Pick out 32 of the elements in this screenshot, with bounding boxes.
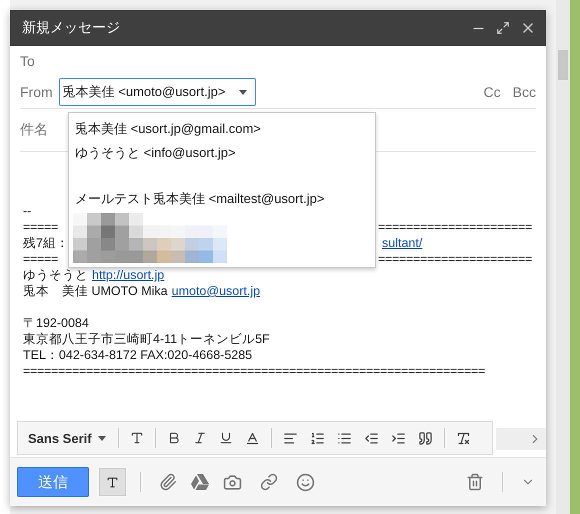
body-text: 残7組： [23,235,70,251]
body-link[interactable]: sultant/ [382,235,422,251]
text-format-icon[interactable] [106,474,119,490]
formatting-toggle[interactable] [99,468,126,496]
body-text: 〒192-0084 [23,315,89,331]
expand-icon[interactable] [496,21,510,35]
body-text: 兎本 美佳 UMOTO Mika [23,283,168,299]
subject-field[interactable]: 件名 [20,121,48,139]
address-option[interactable]: メールテスト兎本美佳 <mailtest@usort.jp> [69,187,375,211]
divider-text: ================================================================== [23,363,485,379]
divider-text: ====================== [378,219,532,235]
recipient-link[interactable]: Cc [484,84,501,100]
address-option[interactable]: 兎本美佳 <usort.jp@gmail.com> [69,117,375,141]
divider-text: ===== [23,219,59,235]
body-text: -- [23,203,32,219]
body-text: 東京都八王子市三崎町4-11トーネンビル5F [23,331,270,347]
scrollbar-thumb[interactable] [558,50,568,80]
body-text: TEL：042-634-8172 FAX:020-4668-5285 [23,347,252,363]
recipient-link[interactable]: Bcc [512,84,536,100]
body-link[interactable]: http://usort.jp [92,267,164,283]
body-link[interactable]: umoto@usort.jp [172,283,260,299]
from-label: From [20,84,53,100]
body-text: ゆうそうと [23,267,88,283]
window-title: 新規メッセージ [22,19,121,37]
divider-text: ===== [23,251,59,267]
to-label: To [20,53,35,69]
triangle-icon[interactable] [191,474,209,490]
from-select[interactable]: 兎本美佳 <umoto@usort.jp> [58,78,256,106]
address-option[interactable]: ゆうそうと <info@usort.jp> [69,141,375,165]
scrollbar[interactable] [556,0,570,514]
font-select[interactable]: Sans Serif [26,430,112,446]
divider-text: ====================== [378,251,532,267]
